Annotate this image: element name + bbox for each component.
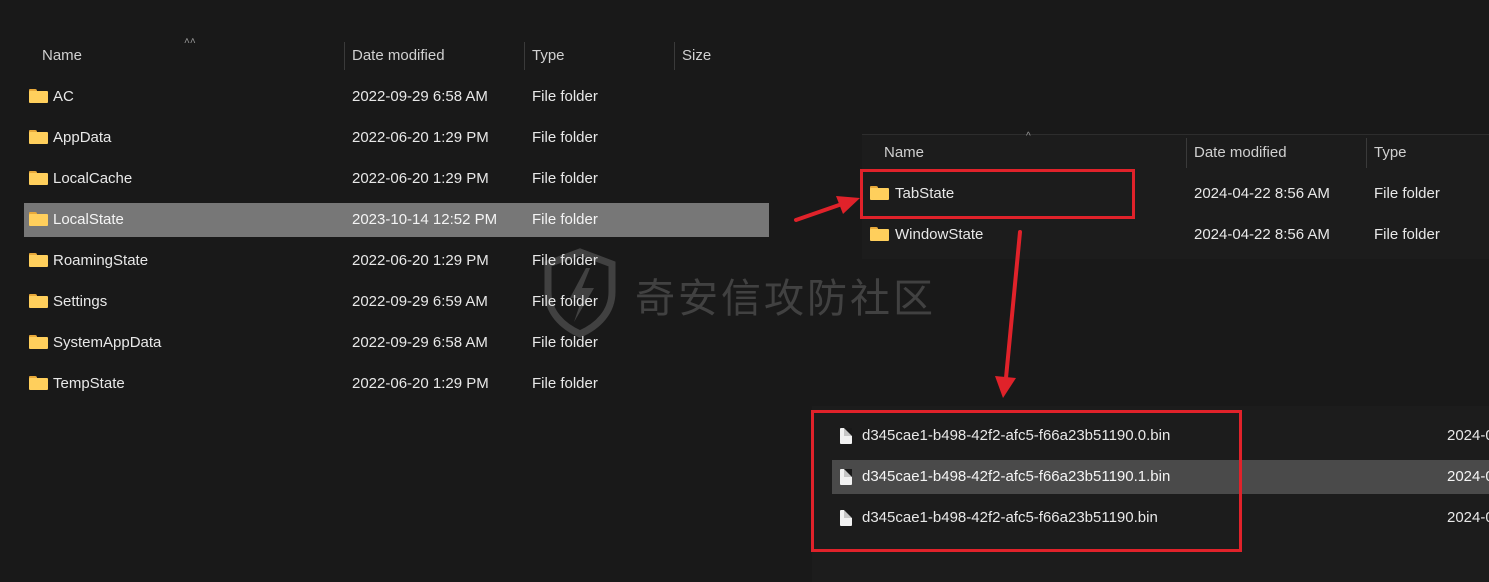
arrow-head-icon [995, 376, 1016, 398]
annotation-arrows [794, 196, 1022, 398]
arrow-head-icon [836, 196, 860, 214]
screenshot-canvas: Name ˄˄ Date modified Type Size AC 2022-… [0, 0, 1489, 582]
arrow-to-bin-files [1004, 230, 1022, 380]
arrow-to-tabstate [794, 202, 844, 222]
